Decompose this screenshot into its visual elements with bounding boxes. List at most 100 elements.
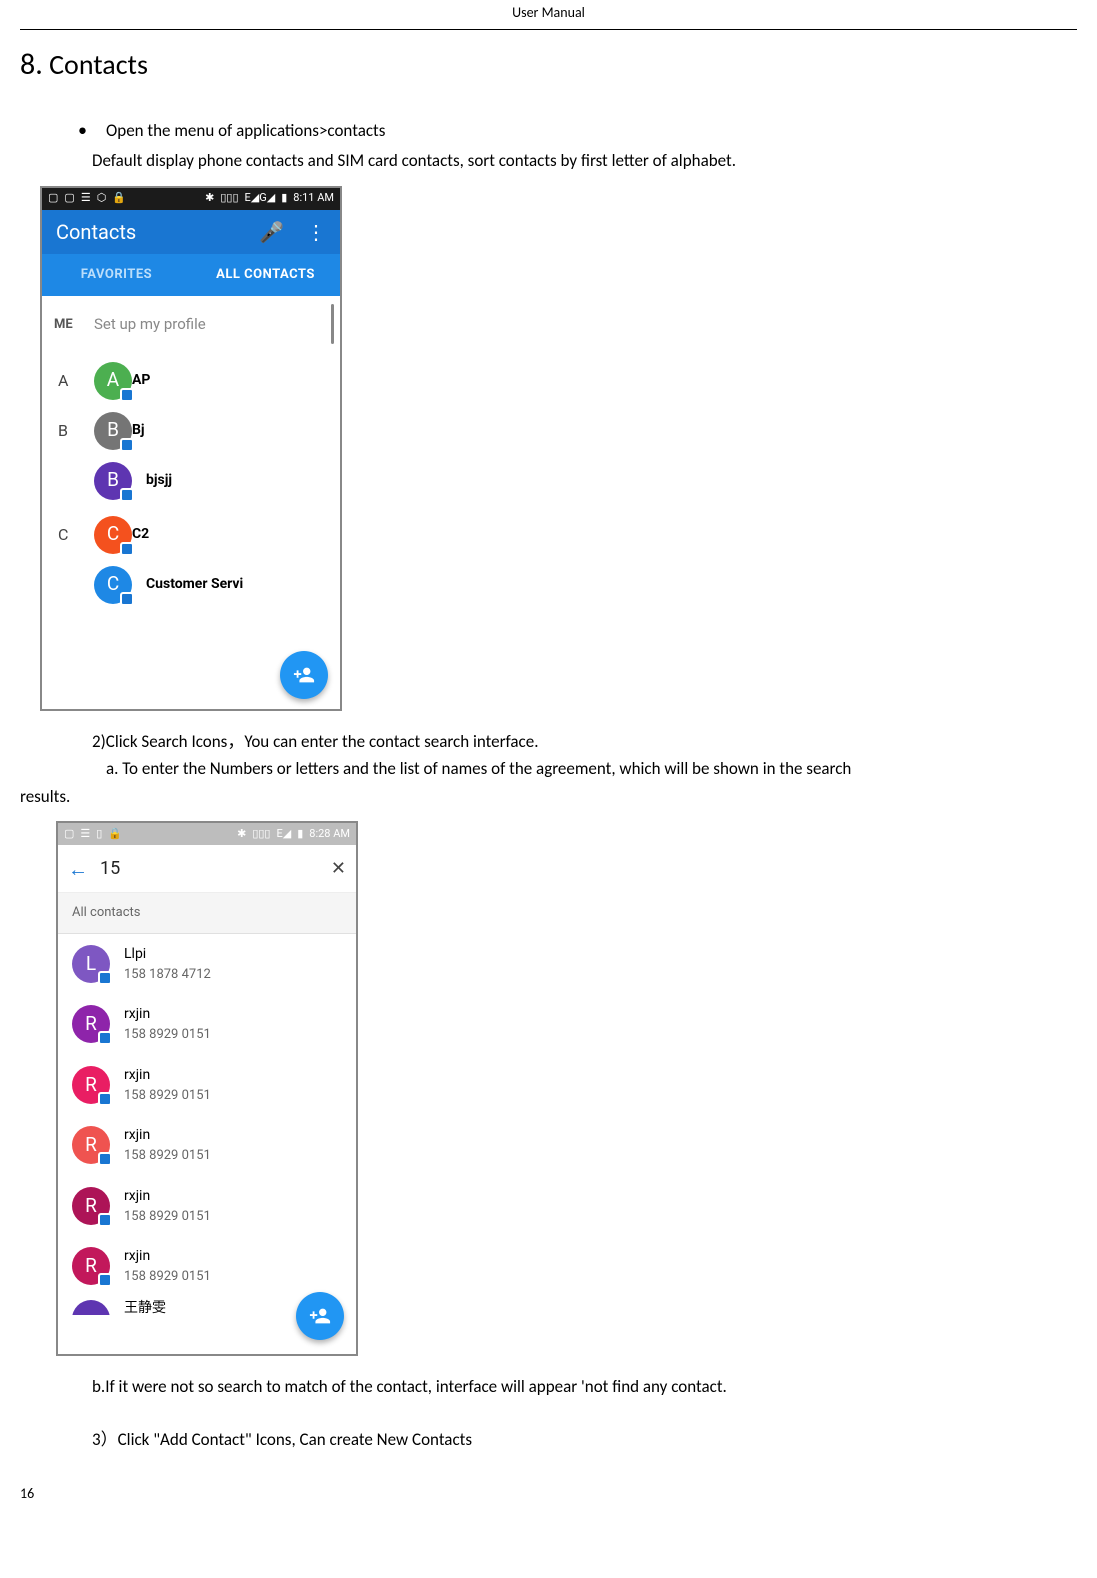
list-item[interactable]: Rrxjin158 8929 0151	[58, 994, 356, 1055]
contacts-body: ME Set up my profile AAAPBBBjBbjsjjCCC2C…	[42, 296, 340, 709]
avatar: C	[94, 566, 132, 604]
list-item[interactable]: Rrxjin158 8929 0151	[58, 1115, 356, 1176]
status-bar: ▢ ☰ ▯ 🔒 ✱ ▯▯▯ E◢ ▮ 8:28 AM	[58, 823, 356, 845]
search-input[interactable]: 15	[100, 855, 319, 882]
contact-phone: 158 8929 0151	[124, 1146, 211, 1166]
sim-badge-icon	[120, 592, 134, 606]
section-letter: A	[58, 369, 94, 393]
section-letter: B	[58, 419, 94, 443]
add-person-icon	[293, 664, 315, 686]
screenshot-contacts-list: ▢ ▢ ☰ ⬡ 🔒 ✱ ▯▯▯ E◢G◢ ▮ 8:11 AM Contacts …	[40, 186, 342, 711]
notif-icon: ▯	[96, 826, 102, 843]
contact-name: rxjin	[124, 1004, 211, 1025]
avatar: R	[72, 1247, 110, 1285]
wifi-icon: ☰	[80, 826, 90, 843]
add-contact-fab[interactable]	[280, 651, 328, 699]
page-number: 16	[20, 1483, 1077, 1504]
sim-badge-icon	[98, 971, 112, 985]
tab-all-contacts[interactable]: ALL CONTACTS	[191, 254, 340, 296]
bt-icon: ✱	[205, 190, 214, 207]
wifi-icon: ▢	[48, 190, 58, 207]
contact-name: Bj	[132, 420, 145, 441]
lock-icon: 🔒	[112, 190, 126, 207]
avatar: R	[72, 1005, 110, 1043]
avatar: R	[72, 1126, 110, 1164]
contact-name: AP	[132, 370, 150, 391]
tab-favorites[interactable]: FAVORITES	[42, 254, 191, 296]
step-2b: b.If it were not so search to match of t…	[92, 1374, 1077, 1400]
avatar: R	[72, 1066, 110, 1104]
avatar: C	[94, 516, 132, 554]
vibrate-icon: ▯▯▯	[220, 190, 238, 207]
scroll-indicator[interactable]	[331, 304, 334, 344]
page-header: User Manual	[20, 0, 1077, 30]
signal-icon: ☰	[81, 190, 91, 207]
status-bar: ▢ ▢ ☰ ⬡ 🔒 ✱ ▯▯▯ E◢G◢ ▮ 8:11 AM	[42, 188, 340, 210]
step-2a: a. To enter the Numbers or letters and t…	[106, 756, 1077, 782]
step-2: 2)Click Search Icons，You can enter the c…	[92, 729, 1077, 755]
avatar: L	[72, 945, 110, 983]
bullet-sub-text: Default display phone contacts and SIM c…	[92, 148, 1077, 174]
avatar: R	[72, 1187, 110, 1225]
list-item[interactable]: C Customer Servi	[42, 558, 340, 612]
list-item[interactable]: Bbjsjj	[42, 454, 340, 508]
overflow-menu-icon[interactable]: ⋮	[306, 217, 326, 247]
pic-icon: ▢	[64, 826, 74, 843]
contact-phone: 158 8929 0151	[124, 1086, 211, 1106]
list-item[interactable]: CCC2	[42, 508, 340, 558]
section-name: Contacts	[49, 47, 148, 82]
avatar: B	[94, 462, 132, 500]
section-title: 8. Contacts	[20, 42, 1077, 87]
contact-name: C2	[132, 524, 149, 545]
bullet-text: Open the menu of applications>contacts	[106, 118, 385, 144]
clock: 8:28 AM	[309, 826, 350, 843]
contact-phone: 158 8929 0151	[124, 1025, 211, 1045]
contact-name: Llpi	[124, 944, 211, 965]
lock-icon: 🔒	[108, 826, 122, 843]
sig-text: E◢	[277, 826, 292, 843]
bt-icon: ✱	[237, 826, 246, 843]
list-item[interactable]: BBBj	[42, 404, 340, 454]
list-item[interactable]: Rrxjin158 8929 0151	[58, 1176, 356, 1237]
clear-icon[interactable]: ✕	[331, 855, 346, 882]
back-arrow-icon[interactable]: ←	[68, 854, 88, 884]
sim-badge-icon	[120, 488, 134, 502]
step-2a-tail: results.	[20, 784, 1077, 810]
usb-icon: ⬡	[97, 190, 107, 207]
list-item[interactable]: Rrxjin158 8929 0151	[58, 1236, 356, 1297]
search-body: LLlpi158 1878 4712Rrxjin158 8929 0151Rrx…	[58, 934, 356, 1354]
list-item[interactable]: L Llpi158 1878 4712	[58, 934, 356, 995]
sim-badge-icon	[120, 542, 134, 556]
contact-phone: 158 8929 0151	[124, 1207, 211, 1227]
sim-badge-icon	[98, 1273, 112, 1287]
vibrate-icon: ▯▯▯	[252, 826, 270, 843]
sim-badge-icon	[98, 1092, 112, 1106]
results-subhead: All contacts	[58, 893, 356, 934]
contact-name: rxjin	[124, 1246, 211, 1267]
contact-name: rxjin	[124, 1065, 211, 1086]
contact-name: bjsjj	[146, 470, 172, 491]
status-left-icons: ▢ ☰ ▯ 🔒	[64, 826, 122, 843]
list-item[interactable]: AAAP	[42, 354, 340, 404]
pic-icon: ▢	[64, 190, 74, 207]
contact-name: 王静雯	[124, 1298, 166, 1315]
tabs-bar: FAVORITES ALL CONTACTS	[42, 254, 340, 296]
me-text: Set up my profile	[94, 313, 206, 336]
section-number: 8.	[20, 46, 43, 83]
sim-badge-icon	[98, 1213, 112, 1227]
list-item[interactable]: Rrxjin158 8929 0151	[58, 1055, 356, 1116]
contact-phone: 158 1878 4712	[124, 965, 211, 985]
avatar: B	[94, 412, 132, 450]
add-contact-fab[interactable]	[296, 1292, 344, 1340]
me-row[interactable]: ME Set up my profile	[42, 296, 340, 354]
sig-text: E◢G◢	[245, 190, 276, 207]
contact-name: Customer Servi	[146, 574, 243, 595]
status-right-icons: ✱ ▯▯▯ E◢G◢ ▮ 8:11 AM	[205, 190, 334, 207]
avatar	[72, 1300, 110, 1315]
search-bar: ← 15 ✕	[58, 845, 356, 893]
battery-icon: ▮	[297, 826, 303, 843]
screenshot-search-results: ▢ ☰ ▯ 🔒 ✱ ▯▯▯ E◢ ▮ 8:28 AM ← 15 ✕ All co…	[56, 821, 358, 1356]
bullet-dot-icon	[78, 117, 106, 144]
mic-icon[interactable]: 🎤	[259, 217, 284, 247]
contact-name: rxjin	[124, 1125, 211, 1146]
